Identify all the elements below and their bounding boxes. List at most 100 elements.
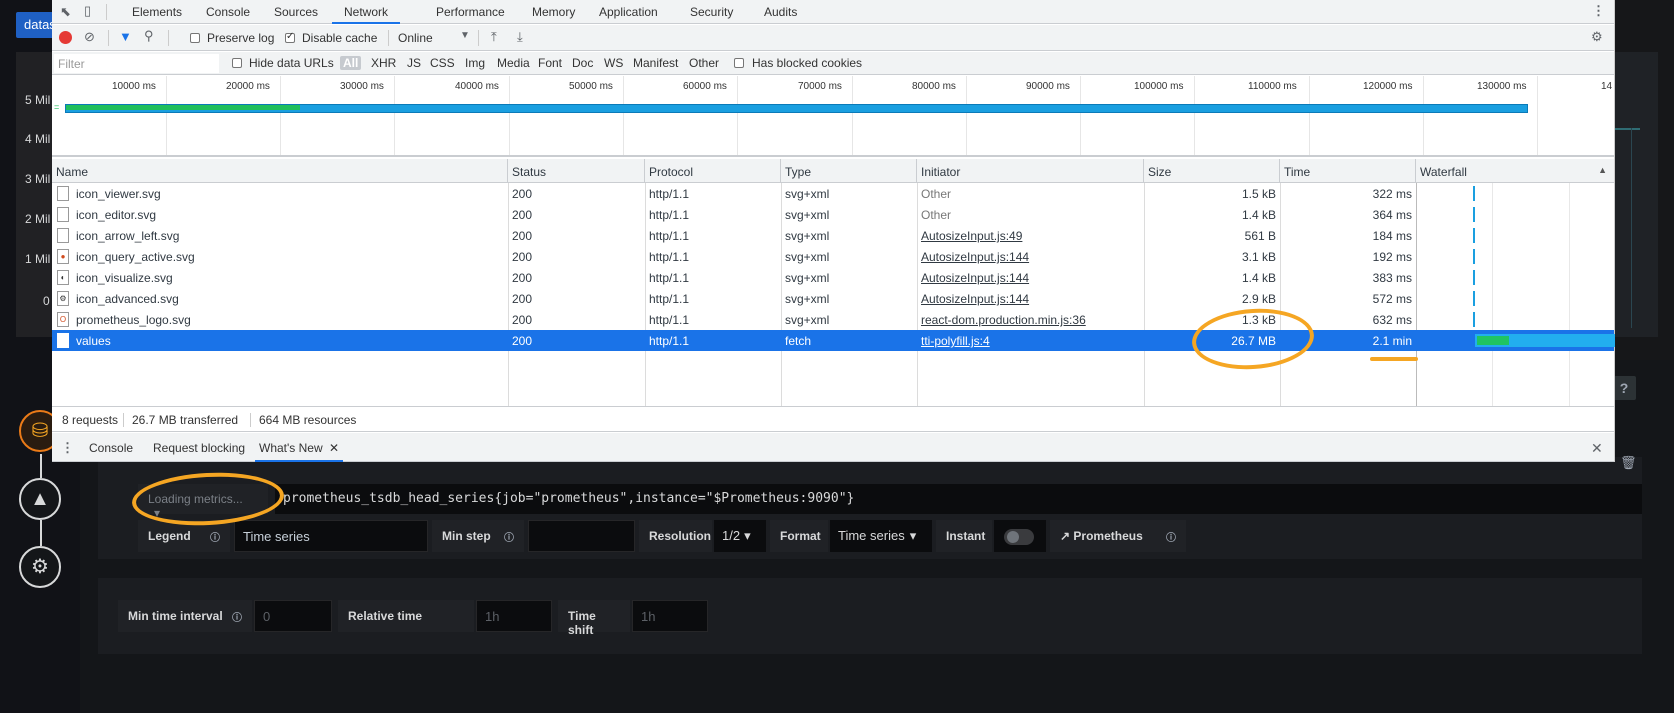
close-icon[interactable]: ✕ — [329, 441, 339, 455]
table-row[interactable]: ⚙ icon_advanced.svg 200 http/1.1 svg+xml… — [52, 288, 1614, 309]
cell-time: 572 ms — [1372, 292, 1412, 306]
trash-icon[interactable]: 🗑 — [1620, 455, 1637, 471]
relative-time-input[interactable]: 1h — [476, 600, 552, 632]
timeline-tick-label: 80000 ms — [912, 81, 956, 92]
more-options-icon[interactable]: ⋮ — [1592, 3, 1605, 19]
table-row[interactable]: O prometheus_logo.svg 200 http/1.1 svg+x… — [52, 309, 1614, 330]
datasource-button[interactable]: datas — [16, 12, 54, 38]
type-filter-img[interactable]: Img — [465, 56, 485, 70]
datasource-label: ↗ Prometheus ⓘ — [1050, 520, 1186, 552]
query-input[interactable]: prometheus_tsdb_head_series{job="prometh… — [275, 484, 1642, 514]
cell-initiator[interactable]: react-dom.production.min.js:36 — [917, 309, 1144, 330]
cell-time: 192 ms — [1372, 250, 1412, 264]
type-filter-ws[interactable]: WS — [604, 56, 623, 70]
has-blocked-cookies-checkbox[interactable] — [734, 58, 744, 68]
table-row[interactable]: icon_arrow_left.svg 200 http/1.1 svg+xml… — [52, 225, 1614, 246]
disable-cache-checkbox[interactable] — [285, 31, 295, 43]
cell-size: 3.1 kB — [1241, 250, 1276, 264]
cell-name: icon_query_active.svg — [76, 250, 195, 264]
tab-performance[interactable]: Performance — [436, 0, 505, 24]
cell-size: 1.5 kB — [1241, 187, 1276, 201]
gear-icon[interactable]: ⚙ — [19, 546, 61, 588]
devtools-panel: ⬉ ▯ Elements Console Sources Network Per… — [52, 0, 1615, 462]
tab-sources[interactable]: Sources — [274, 0, 318, 24]
cell-protocol: http/1.1 — [649, 229, 690, 243]
waterfall-bar — [1473, 186, 1475, 201]
column-header-waterfall[interactable]: Waterfall ▲ — [1416, 159, 1615, 183]
column-header-time[interactable]: Time — [1280, 159, 1416, 183]
transferred-size: 26.7 MB transferred — [132, 413, 239, 427]
time-shift-input[interactable]: 1h — [632, 600, 708, 632]
inspect-icon[interactable]: ⬉ — [60, 4, 71, 20]
close-icon[interactable]: ✕ — [1591, 440, 1603, 457]
timeline-gridline — [1080, 76, 1081, 155]
type-filter-doc[interactable]: Doc — [572, 56, 593, 70]
instant-toggle[interactable] — [1004, 529, 1034, 545]
column-header-status[interactable]: Status — [508, 159, 645, 183]
type-filter-manifest[interactable]: Manifest — [633, 56, 678, 70]
min-step-input[interactable] — [528, 520, 635, 552]
type-filter-all[interactable]: All — [340, 56, 362, 70]
filter-icon[interactable]: ▼ — [119, 29, 132, 44]
type-filter-css[interactable]: CSS — [430, 56, 455, 70]
cell-initiator[interactable]: AutosizeInput.js:144 — [917, 288, 1144, 309]
table-row[interactable]: icon_viewer.svg 200 http/1.1 svg+xml Oth… — [52, 183, 1614, 204]
type-filter-other[interactable]: Other — [689, 56, 719, 70]
record-icon[interactable] — [59, 31, 72, 44]
cell-type: svg+xml — [785, 271, 830, 285]
tab-security[interactable]: Security — [690, 0, 733, 24]
min-interval-input[interactable]: 0 — [254, 600, 332, 632]
tab-elements[interactable]: Elements — [132, 0, 182, 24]
type-filter-js[interactable]: JS — [407, 56, 421, 70]
format-select[interactable]: Time series ▾ — [830, 520, 932, 552]
throttle-select[interactable]: Online — [398, 31, 433, 45]
table-row[interactable]: ◐ icon_visualize.svg 200 http/1.1 svg+xm… — [52, 267, 1614, 288]
table-row[interactable]: ● icon_query_active.svg 200 http/1.1 svg… — [52, 246, 1614, 267]
column-header-type[interactable]: Type — [781, 159, 917, 183]
tab-audits[interactable]: Audits — [764, 0, 797, 24]
timeline-gridline — [1423, 76, 1424, 155]
filter-input[interactable]: Filter — [54, 54, 219, 73]
column-header-name[interactable]: Name — [52, 159, 508, 183]
type-filter-font[interactable]: Font — [538, 56, 562, 70]
visualization-icon[interactable]: ▲ — [19, 478, 61, 520]
help-button[interactable]: ? — [1612, 376, 1636, 400]
cell-time: 364 ms — [1372, 208, 1412, 222]
table-row[interactable]: icon_editor.svg 200 http/1.1 svg+xml Oth… — [52, 204, 1614, 225]
hide-data-urls-checkbox[interactable] — [232, 58, 242, 68]
column-header-size[interactable]: Size — [1144, 159, 1280, 183]
cell-type: svg+xml — [785, 187, 830, 201]
more-options-icon[interactable]: ⋮ — [61, 440, 74, 456]
tab-application[interactable]: Application — [599, 0, 658, 24]
type-filter-media[interactable]: Media — [497, 56, 530, 70]
clear-icon[interactable]: ⊘ — [84, 29, 95, 45]
separator — [123, 413, 124, 427]
drawer-tab-whats-new[interactable]: What's New ✕ — [255, 433, 344, 462]
legend-input[interactable]: Time series — [234, 520, 428, 552]
cell-initiator[interactable]: tti-polyfill.js:4 — [917, 330, 1144, 351]
drawer-tab-console[interactable]: Console — [89, 441, 133, 455]
timeline-tick-label: 14 — [1601, 81, 1613, 92]
column-header-initiator[interactable]: Initiator — [917, 159, 1144, 183]
gear-icon[interactable]: ⚙ — [1591, 29, 1603, 45]
upload-icon[interactable]: ⤒ — [491, 29, 497, 45]
table-row-selected[interactable]: values 200 http/1.1 fetch tti-polyfill.j… — [52, 330, 1615, 351]
cell-initiator[interactable]: AutosizeInput.js:49 — [917, 225, 1144, 246]
preserve-log-checkbox[interactable] — [190, 33, 200, 43]
column-header-protocol[interactable]: Protocol — [645, 159, 781, 183]
tab-console[interactable]: Console — [206, 0, 250, 24]
cell-initiator[interactable]: AutosizeInput.js:144 — [917, 246, 1144, 267]
tab-network[interactable]: Network — [332, 0, 401, 24]
cell-status: 200 — [512, 271, 533, 285]
resolution-select[interactable]: 1/2 ▾ — [714, 520, 766, 552]
type-filter-xhr[interactable]: XHR — [371, 56, 396, 70]
cell-size: 1.4 kB — [1241, 208, 1276, 222]
device-toggle-icon[interactable]: ▯ — [84, 3, 91, 19]
cell-initiator[interactable]: AutosizeInput.js:144 — [917, 267, 1144, 288]
timeline-gridline — [852, 76, 853, 155]
tab-memory[interactable]: Memory — [532, 0, 575, 24]
cell-protocol: http/1.1 — [649, 208, 690, 222]
drawer-tab-request-blocking[interactable]: Request blocking — [153, 441, 245, 455]
search-icon[interactable]: ⚲ — [144, 28, 154, 44]
download-icon[interactable]: ⤓ — [517, 29, 523, 45]
